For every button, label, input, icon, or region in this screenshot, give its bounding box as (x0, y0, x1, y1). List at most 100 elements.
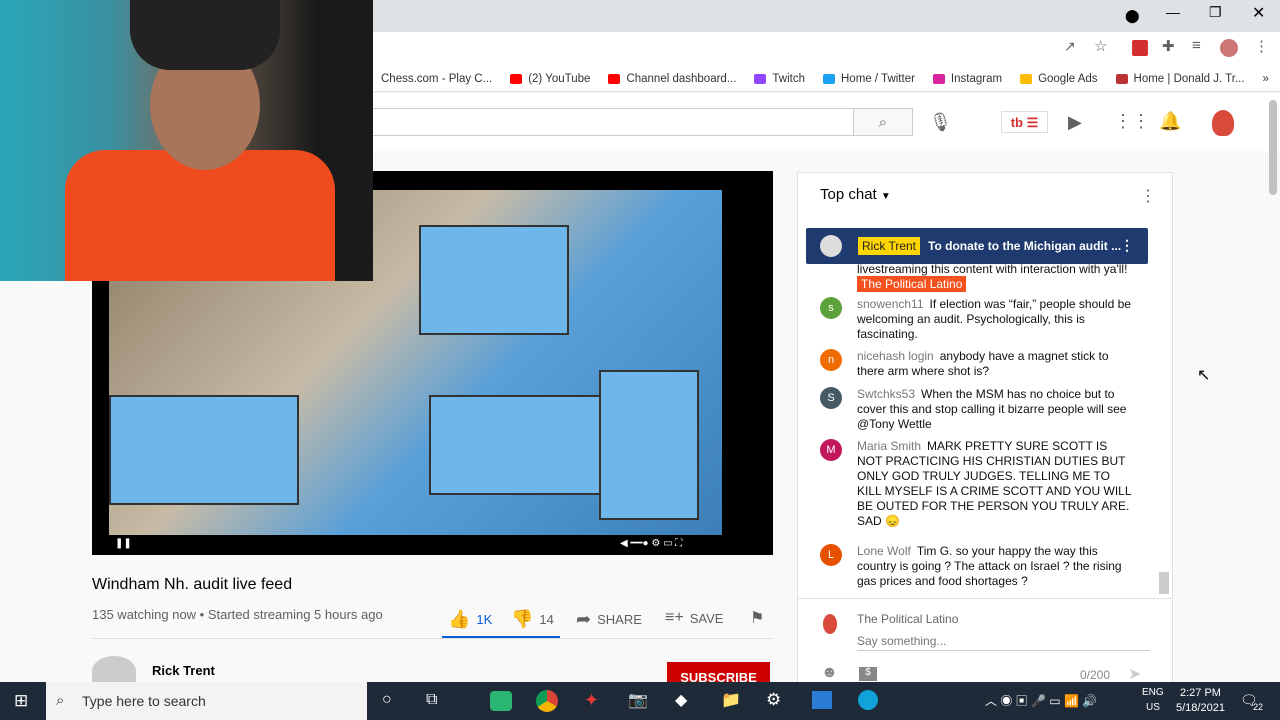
message-author[interactable]: Maria Smith (857, 439, 921, 453)
apps-icon[interactable]: ⋮⋮ (1114, 111, 1150, 132)
extension-icon[interactable] (1132, 40, 1148, 56)
avatar[interactable] (1212, 110, 1234, 136)
bookmark-label: Channel dashboard... (626, 72, 737, 85)
extension-button[interactable]: tb ☰ (1001, 111, 1048, 133)
chat-mode-dropdown[interactable]: Top chat ▼ (820, 186, 891, 203)
windows-start-icon[interactable]: ⊞ (14, 691, 28, 711)
share-label: SHARE (597, 612, 642, 627)
avatar: M (820, 439, 842, 461)
bookmark[interactable]: Google Ads (1020, 72, 1098, 85)
flag-icon[interactable]: ⚑ (750, 608, 764, 628)
divider (92, 638, 773, 639)
app-icon[interactable]: ✦ (584, 690, 599, 711)
page-scrollbar[interactable] (1269, 100, 1277, 195)
message-author[interactable]: nicehash login (857, 349, 934, 363)
avatar: L (820, 544, 842, 566)
chat-message: snowench11 If election was “fair,” people… (857, 297, 1132, 342)
bookmark[interactable]: Home | Donald J. Tr... (1115, 73, 1245, 85)
bookmark-label: (2) YouTube (528, 72, 591, 85)
bell-icon[interactable]: 🔔 (1159, 111, 1181, 132)
pause-icon[interactable]: ❚❚ (115, 538, 132, 549)
more-icon[interactable]: ⋮ (1120, 237, 1134, 254)
video-panel (109, 395, 299, 505)
dislike-count: 14 (539, 612, 554, 627)
save-button[interactable]: ≡+ SAVE (665, 609, 723, 627)
chat-menu-icon[interactable]: ⋮ (1140, 186, 1156, 206)
message-author[interactable]: Lone Wolf (857, 544, 911, 558)
bookmark[interactable]: Chess.com - Play C... (381, 73, 492, 85)
search-icon: ⌕ (56, 692, 65, 709)
video-title: Windham Nh. audit live feed (92, 576, 293, 593)
app-icon[interactable] (812, 691, 832, 709)
playlist-add-icon: ≡+ (665, 609, 684, 626)
dislike-button[interactable]: 👎 14 (511, 609, 554, 630)
bookmark[interactable]: (2) YouTube (510, 73, 590, 85)
message-text: livestreaming this content with interact… (857, 262, 1128, 276)
profile-dropdown-icon[interactable]: ⬤ (1125, 8, 1140, 24)
user-avatar (823, 614, 837, 634)
bookmark[interactable]: Instagram (932, 72, 1003, 85)
restore-button[interactable]: ❐ (1209, 4, 1222, 21)
bookmark-label: Google Ads (1038, 72, 1098, 85)
youtube-icon (608, 73, 621, 84)
google-ads-icon (1020, 73, 1033, 84)
message-author[interactable]: Swtchks53 (857, 387, 915, 401)
bookmark[interactable]: Twitch (754, 73, 805, 85)
minimize-button[interactable]: — (1166, 4, 1180, 20)
edge-icon[interactable] (858, 690, 878, 710)
twitter-icon (823, 73, 835, 84)
bookmark-label: Home / Twitter (841, 72, 915, 85)
super-chat-icon[interactable]: $ (859, 667, 877, 681)
video-meta: 135 watching now • Started streaming 5 h… (92, 607, 383, 622)
send-icon[interactable]: ➤ (1128, 664, 1141, 684)
pinned-text: To donate to the Michigan audit ... (928, 239, 1122, 253)
star-icon[interactable]: ☆ (1094, 37, 1107, 55)
chat-scrollbar[interactable] (1159, 572, 1169, 594)
video-panel (599, 370, 699, 520)
create-video-icon[interactable]: ▶ (1068, 112, 1082, 133)
bookmark[interactable]: Channel dashboard... (608, 73, 736, 85)
player-controls[interactable]: ◀ ━━● ⚙ ▭ ⛶ (620, 538, 682, 549)
message-author[interactable]: snowench11 (857, 297, 924, 311)
twitch-icon (754, 73, 767, 84)
app-icon[interactable] (490, 691, 512, 711)
camera-icon[interactable]: 📷 (628, 690, 648, 710)
avatar: s (820, 297, 842, 319)
profile-avatar[interactable] (1220, 39, 1238, 57)
close-button[interactable]: ✕ (1252, 3, 1265, 23)
app-icon[interactable]: ◆ (675, 690, 687, 710)
channel-name[interactable]: Rick Trent (152, 663, 215, 678)
notification-count: 22 (1253, 702, 1264, 712)
chat-input[interactable] (857, 631, 1150, 651)
media-icon[interactable]: ≡ (1192, 37, 1201, 54)
task-view-icon[interactable]: ⧉ (426, 691, 437, 709)
open-external-icon[interactable]: ↗ (1064, 38, 1076, 55)
bookmark-label: Instagram (950, 72, 1003, 85)
cortana-icon[interactable]: ○ (382, 691, 392, 709)
search-button[interactable]: ⌕ (853, 108, 913, 136)
chat-message: livestreaming this content with interact… (857, 262, 1132, 292)
clock-time[interactable]: 2:27 PM (1180, 687, 1221, 699)
share-button[interactable]: ➦ SHARE (576, 609, 642, 630)
search-input[interactable] (360, 108, 854, 136)
emoji-icon[interactable]: ☻ (821, 664, 838, 682)
tray-icons[interactable]: ︿ ◉ ▣ 🎤 ▭ 📶 🔊 (985, 692, 1097, 709)
language[interactable]: ENG (1142, 687, 1164, 698)
puzzle-icon[interactable]: ✚ (1162, 37, 1175, 55)
avatar: S (820, 387, 842, 409)
menu-icon[interactable]: ⋮ (1254, 37, 1269, 55)
webcam-overlay (0, 0, 373, 281)
settings-icon[interactable]: ⚙ (766, 690, 781, 710)
file-explorer-icon[interactable]: 📁 (721, 690, 741, 710)
microphone-icon[interactable]: 🎙 (929, 112, 952, 133)
more-bookmarks[interactable]: » (1263, 73, 1269, 85)
chat-message: nicehash login anybody have a magnet stic… (857, 349, 1132, 379)
taskbar-search[interactable]: ⌕ Type here to search (46, 682, 367, 720)
like-button[interactable]: 👍 1K (448, 609, 492, 630)
bookmark[interactable]: Home / Twitter (823, 73, 915, 85)
thumbs-down-icon: 👎 (511, 609, 534, 629)
chrome-icon[interactable] (536, 690, 558, 712)
pinned-message[interactable]: Rick Trent To donate to the Michigan aud… (806, 228, 1148, 264)
bookmark-label: Chess.com - Play C... (381, 72, 493, 85)
clock-date[interactable]: 5/18/2021 (1176, 702, 1225, 714)
